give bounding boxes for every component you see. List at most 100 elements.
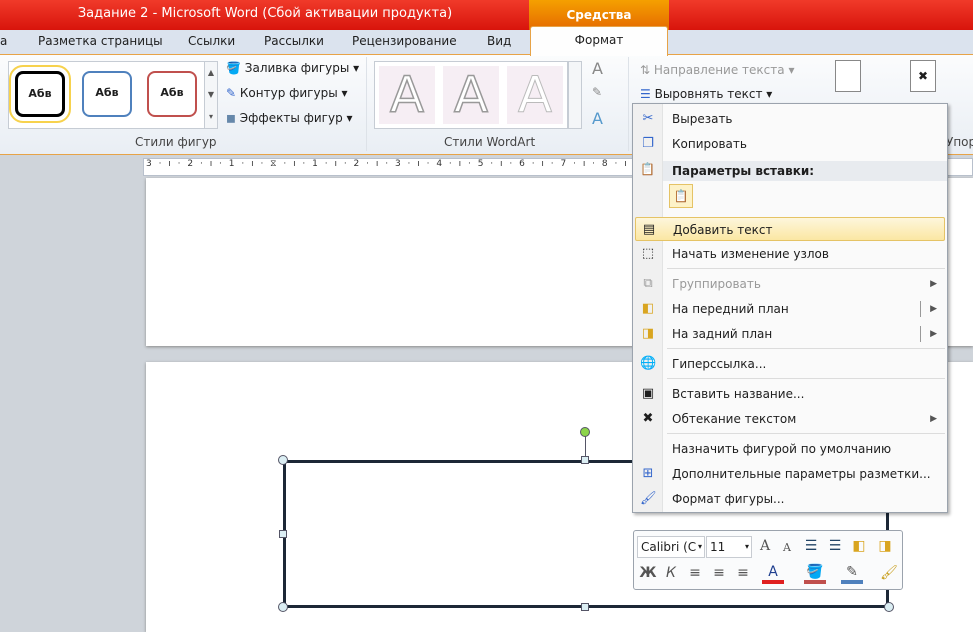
tab-mailings[interactable]: Рассылки	[264, 34, 324, 48]
bring-front-icon: ◧	[641, 301, 655, 316]
wordart-style[interactable]: A	[507, 66, 563, 125]
separator	[667, 378, 945, 379]
resize-handle[interactable]	[581, 456, 589, 464]
text-fill-button[interactable]: A	[592, 59, 603, 78]
tab-format[interactable]: Формат	[530, 26, 668, 56]
wordart-style[interactable]: A	[443, 65, 499, 125]
context-menu: ✂ Вырезать ❐ Копировать 📋 Параметры вставк…	[632, 103, 948, 513]
shape-style-black[interactable]: Абв	[9, 65, 71, 123]
shape-outline-button[interactable]: ✎ Контур фигуры ▾	[226, 86, 348, 100]
copy-icon: ❐	[642, 136, 654, 151]
shape-styles-label: Стили фигур	[135, 135, 217, 149]
wordart-scroll[interactable]	[568, 61, 582, 129]
clipboard-icon: 📋	[640, 162, 655, 176]
resize-handle[interactable]	[581, 603, 589, 611]
menu-item-insert-caption[interactable]: ▣ Вставить название...	[635, 382, 945, 406]
menu-item-more-layout[interactable]: ⊞ Дополнительные параметры разметки...	[635, 462, 945, 486]
split-divider	[920, 326, 921, 342]
resize-handle[interactable]	[278, 455, 288, 465]
tab-page-layout[interactable]: Разметка страницы	[38, 34, 163, 48]
text-direction-icon: ⇅	[640, 63, 651, 77]
menu-item-wrap-text[interactable]: ✖ Обтекание текстом ▶	[635, 407, 945, 431]
tab-review[interactable]: Рецензирование	[352, 34, 457, 48]
tab-view[interactable]: Вид	[487, 34, 511, 48]
wordart-gallery: A A A	[374, 61, 568, 129]
grow-font-icon[interactable]: A	[754, 536, 776, 556]
bring-front-icon[interactable]: ◧	[848, 536, 870, 556]
menu-item-set-default[interactable]: Назначить фигурой по умолчанию	[635, 437, 945, 461]
shape-effects-button[interactable]: ◼ Эффекты фигур ▾	[226, 111, 353, 125]
align-text-button[interactable]: ☰ Выровнять текст ▾	[640, 87, 772, 101]
shape-styles-gallery: Абв Абв Абв	[8, 61, 206, 129]
submenu-arrow-icon: ▶	[930, 414, 937, 424]
menu-item-format-shape[interactable]: 🖌 Формат фигуры...	[635, 487, 945, 511]
gallery-scroll[interactable]: ▲ ▼ ▾	[204, 61, 218, 129]
font-color-icon[interactable]: A	[762, 562, 784, 584]
align-center-icon[interactable]: ≡	[708, 563, 730, 583]
paste-options-header: Параметры вставки:	[663, 161, 947, 181]
decrease-indent-icon[interactable]: ☰	[800, 536, 822, 556]
position-icon[interactable]	[835, 60, 861, 92]
text-effects-button[interactable]: A	[592, 109, 603, 128]
format-painter-icon[interactable]: 🖌	[878, 563, 900, 583]
shape-fill-button[interactable]: 🪣 Заливка фигуры ▾	[226, 61, 359, 75]
divider	[366, 57, 367, 151]
submenu-arrow-icon[interactable]: ▶	[930, 322, 937, 346]
text-outline-icon[interactable]: ✎	[592, 85, 602, 99]
resize-handle[interactable]	[278, 602, 288, 612]
align-left-icon[interactable]: ≡	[684, 563, 706, 583]
wrap-text-icon[interactable]: ✖	[910, 60, 936, 92]
paint-bucket-icon: 🪣	[226, 61, 241, 75]
align-text-icon: ☰	[640, 87, 651, 101]
separator	[667, 433, 945, 434]
wordart-styles-label: Стили WordArt	[444, 135, 536, 149]
menu-item-group[interactable]: ⧉ Группировать ▶	[635, 272, 945, 296]
rotation-handle[interactable]	[580, 427, 590, 437]
menu-item-send-back[interactable]: ◨ На задний план ▶	[635, 322, 945, 346]
line-color-icon[interactable]: ✎	[841, 562, 863, 584]
format-shape-icon: 🖌	[640, 491, 657, 506]
resize-handle[interactable]	[279, 530, 287, 538]
caption-icon: ▣	[641, 386, 655, 401]
paste-keep-formatting-icon[interactable]: 📋	[669, 184, 693, 208]
layout-icon: ⊞	[642, 466, 654, 481]
scissors-icon: ✂	[642, 111, 654, 126]
menu-item-copy[interactable]: ❐ Копировать	[635, 132, 945, 156]
bold-button[interactable]: Ж	[637, 563, 659, 583]
menu-item-add-text[interactable]: ▤ Добавить текст	[635, 217, 945, 241]
divider	[628, 57, 629, 151]
font-name-field[interactable]: Calibri (С ▾	[637, 536, 705, 558]
globe-link-icon: 🌐	[640, 356, 657, 371]
shrink-font-icon[interactable]: A	[776, 538, 798, 558]
tab-home[interactable]: а	[0, 34, 7, 48]
arrange-label: Упор	[946, 135, 973, 149]
tab-references[interactable]: Ссылки	[188, 34, 235, 48]
send-back-icon: ◨	[641, 326, 655, 341]
group-icon: ⧉	[643, 276, 653, 291]
split-divider	[920, 301, 921, 317]
text-box-icon: ▤	[642, 222, 656, 237]
mini-toolbar: Calibri (С ▾ 11 ▾ A A ☰ ☰ ◧ ◨ Ж К ≡ ≡ ≡ A …	[633, 530, 903, 590]
text-direction-button[interactable]: ⇅ Направление текста ▾	[640, 63, 794, 77]
send-back-icon[interactable]: ◨	[874, 536, 896, 556]
separator	[667, 268, 945, 269]
shape-style-blue[interactable]: Абв	[82, 71, 132, 117]
submenu-arrow-icon: ▶	[930, 279, 937, 289]
menu-item-edit-points[interactable]: ⬚ Начать изменение узлов	[635, 242, 945, 266]
resize-handle[interactable]	[884, 602, 894, 612]
menu-item-bring-front[interactable]: ◧ На передний план ▶	[635, 297, 945, 321]
align-right-icon[interactable]: ≡	[732, 563, 754, 583]
submenu-arrow-icon[interactable]: ▶	[930, 297, 937, 321]
wrap-text-icon: ✖	[642, 411, 654, 426]
fill-color-icon[interactable]: 🪣	[804, 562, 826, 584]
ribbon-tabs: а Разметка страницы Ссылки Рассылки Реце…	[0, 30, 973, 55]
wordart-style[interactable]: A	[379, 65, 435, 125]
separator	[667, 348, 945, 349]
menu-item-cut[interactable]: ✂ Вырезать	[635, 107, 945, 131]
italic-button[interactable]: К	[660, 563, 682, 583]
increase-indent-icon[interactable]: ☰	[824, 536, 846, 556]
shape-style-red[interactable]: Абв	[147, 71, 197, 117]
font-size-field[interactable]: 11 ▾	[706, 536, 752, 558]
pencil-icon: ✎	[226, 86, 237, 100]
menu-item-hyperlink[interactable]: 🌐 Гиперссылка...	[635, 352, 945, 376]
